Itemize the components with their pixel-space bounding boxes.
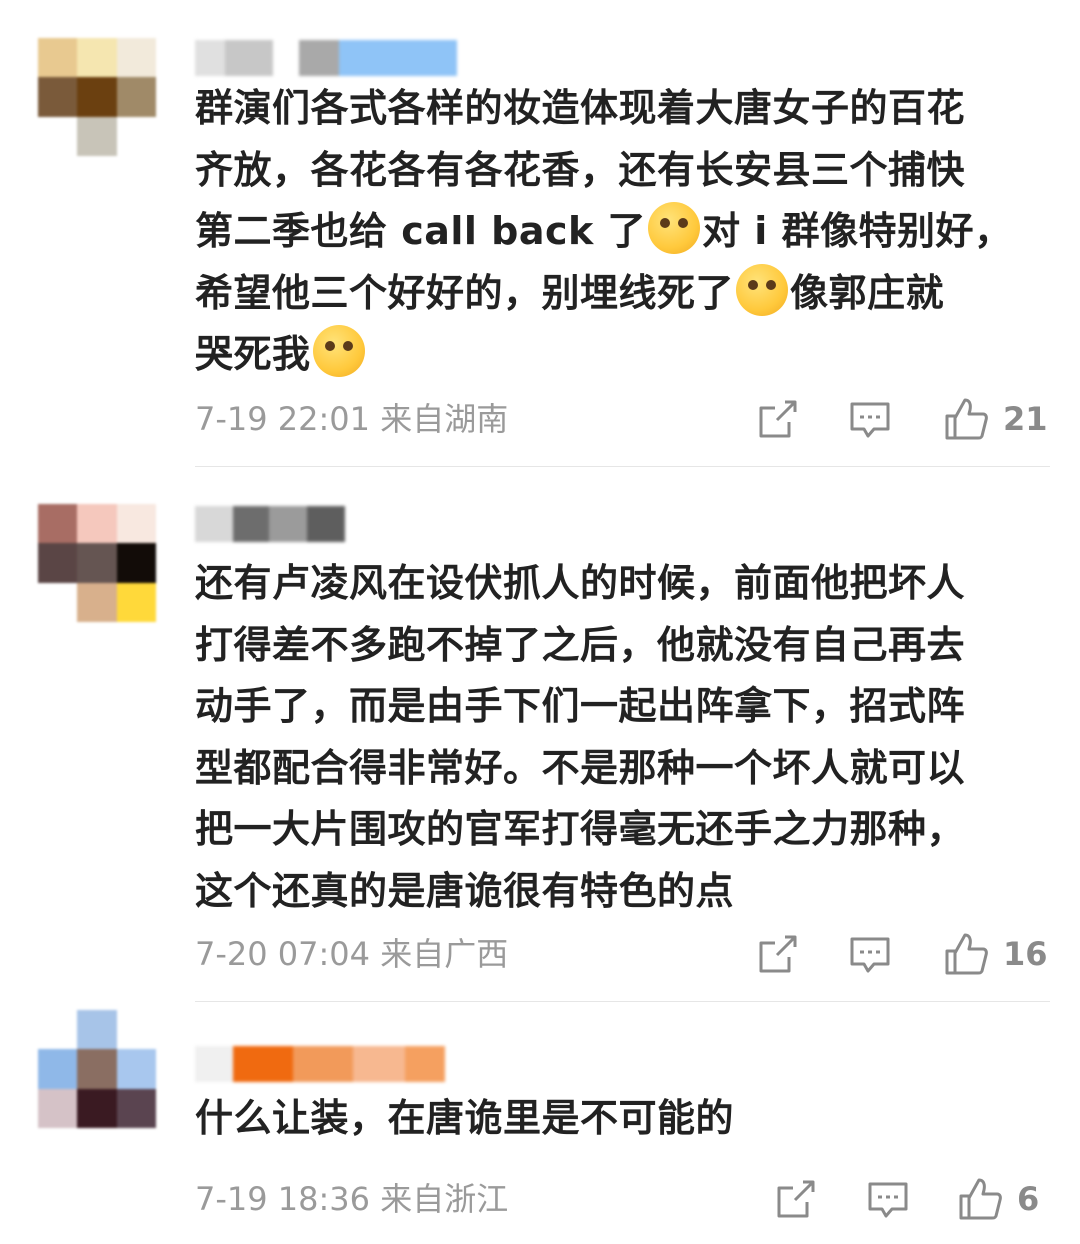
comment-icon[interactable] [865,1176,911,1222]
avatar-mosaic-block [116,1088,156,1128]
username-blurred[interactable] [195,40,457,76]
username-mosaic-block [299,40,339,76]
username-mosaic-block [195,506,233,542]
like-count: 16 [1003,935,1048,973]
username-mosaic-block [405,1046,445,1082]
avatar-mosaic-block [38,116,78,156]
avatar-mosaic-block [116,77,156,117]
avatar-mosaic-block [77,77,117,117]
username-mosaic-block [233,506,269,542]
avatar-mosaic-block [77,543,117,583]
thumbs-up-icon[interactable] [943,396,989,442]
avatar-mosaic-block [77,582,117,622]
avatar-mosaic-block [77,1010,117,1050]
avatar-mosaic-block [38,38,78,78]
avatar-mosaic-block [116,1049,156,1089]
avatar[interactable] [38,504,156,622]
avatar[interactable] [38,38,156,156]
username-blurred[interactable] [195,506,385,542]
username-mosaic-block [195,1046,233,1082]
avatar-mosaic-block [38,1088,78,1128]
username-mosaic-block [339,40,457,76]
username-mosaic-block [273,40,299,76]
username-mosaic-block [233,1046,293,1082]
comment-meta: 7-19 22:01 来自湖南 21 [195,394,1048,444]
username-mosaic-block [353,1046,405,1082]
avatar-mosaic-block [77,38,117,78]
username-mosaic-block [195,40,225,76]
avatar-mosaic-block [38,582,78,622]
username-blurred[interactable] [195,1046,445,1082]
comment-meta: 7-20 07:04 来自广西 16 [195,929,1048,979]
share-icon[interactable] [755,396,801,442]
timestamp-location: 7-19 22:01 来自湖南 [195,400,509,438]
divider [195,1001,1050,1002]
comment-meta: 7-19 18:36 来自浙江 6 [195,1174,1045,1224]
share-icon[interactable] [773,1176,819,1222]
like-count: 6 [1017,1180,1040,1218]
comment-text: 什么让装，在唐诡里是不可能的 [195,1096,735,1140]
avatar-mosaic-block [116,38,156,78]
username-mosaic-block [269,506,307,542]
avatar-mosaic-block [38,1010,78,1050]
avatar-mosaic-block [116,116,156,156]
thumbs-up-icon[interactable] [957,1176,1003,1222]
share-icon[interactable] [755,931,801,977]
avatar-mosaic-block [77,116,117,156]
comment-icon[interactable] [847,931,893,977]
avatar-mosaic-block [116,582,156,622]
username-mosaic-block [307,506,345,542]
comment-text: 还有卢凌风在设伏抓人的时候，前面他把坏人 打得差不多跑不掉了之后，他就没有自己再… [195,561,966,913]
crying-emoji-icon [736,263,789,316]
username-mosaic-block [293,1046,353,1082]
like-count: 21 [1003,400,1048,438]
avatar-mosaic-block [38,504,78,544]
avatar-mosaic-block [77,1049,117,1089]
crying-emoji-icon [312,325,365,377]
avatar-mosaic-block [38,1049,78,1089]
avatar-mosaic-block [116,504,156,544]
avatar-mosaic-block [77,504,117,544]
username-mosaic-block [345,506,385,542]
avatar[interactable] [38,1010,156,1128]
username-mosaic-block [225,40,273,76]
avatar-mosaic-block [38,543,78,583]
thumbs-up-icon[interactable] [943,931,989,977]
avatar-mosaic-block [116,543,156,583]
timestamp-location: 7-19 18:36 来自浙江 [195,1180,509,1218]
avatar-mosaic-block [77,1088,117,1128]
avatar-mosaic-block [116,1010,156,1050]
timestamp-location: 7-20 07:04 来自广西 [195,935,509,973]
comment-text: 群演们各式各样的妆造体现着大唐女子的百花 齐放，各花各有各花香，还有长安县三个捕… [195,86,1013,377]
divider [195,466,1050,467]
grinning-sweat-emoji-icon [648,202,701,254]
avatar-mosaic-block [38,77,78,117]
comment-icon[interactable] [847,396,893,442]
